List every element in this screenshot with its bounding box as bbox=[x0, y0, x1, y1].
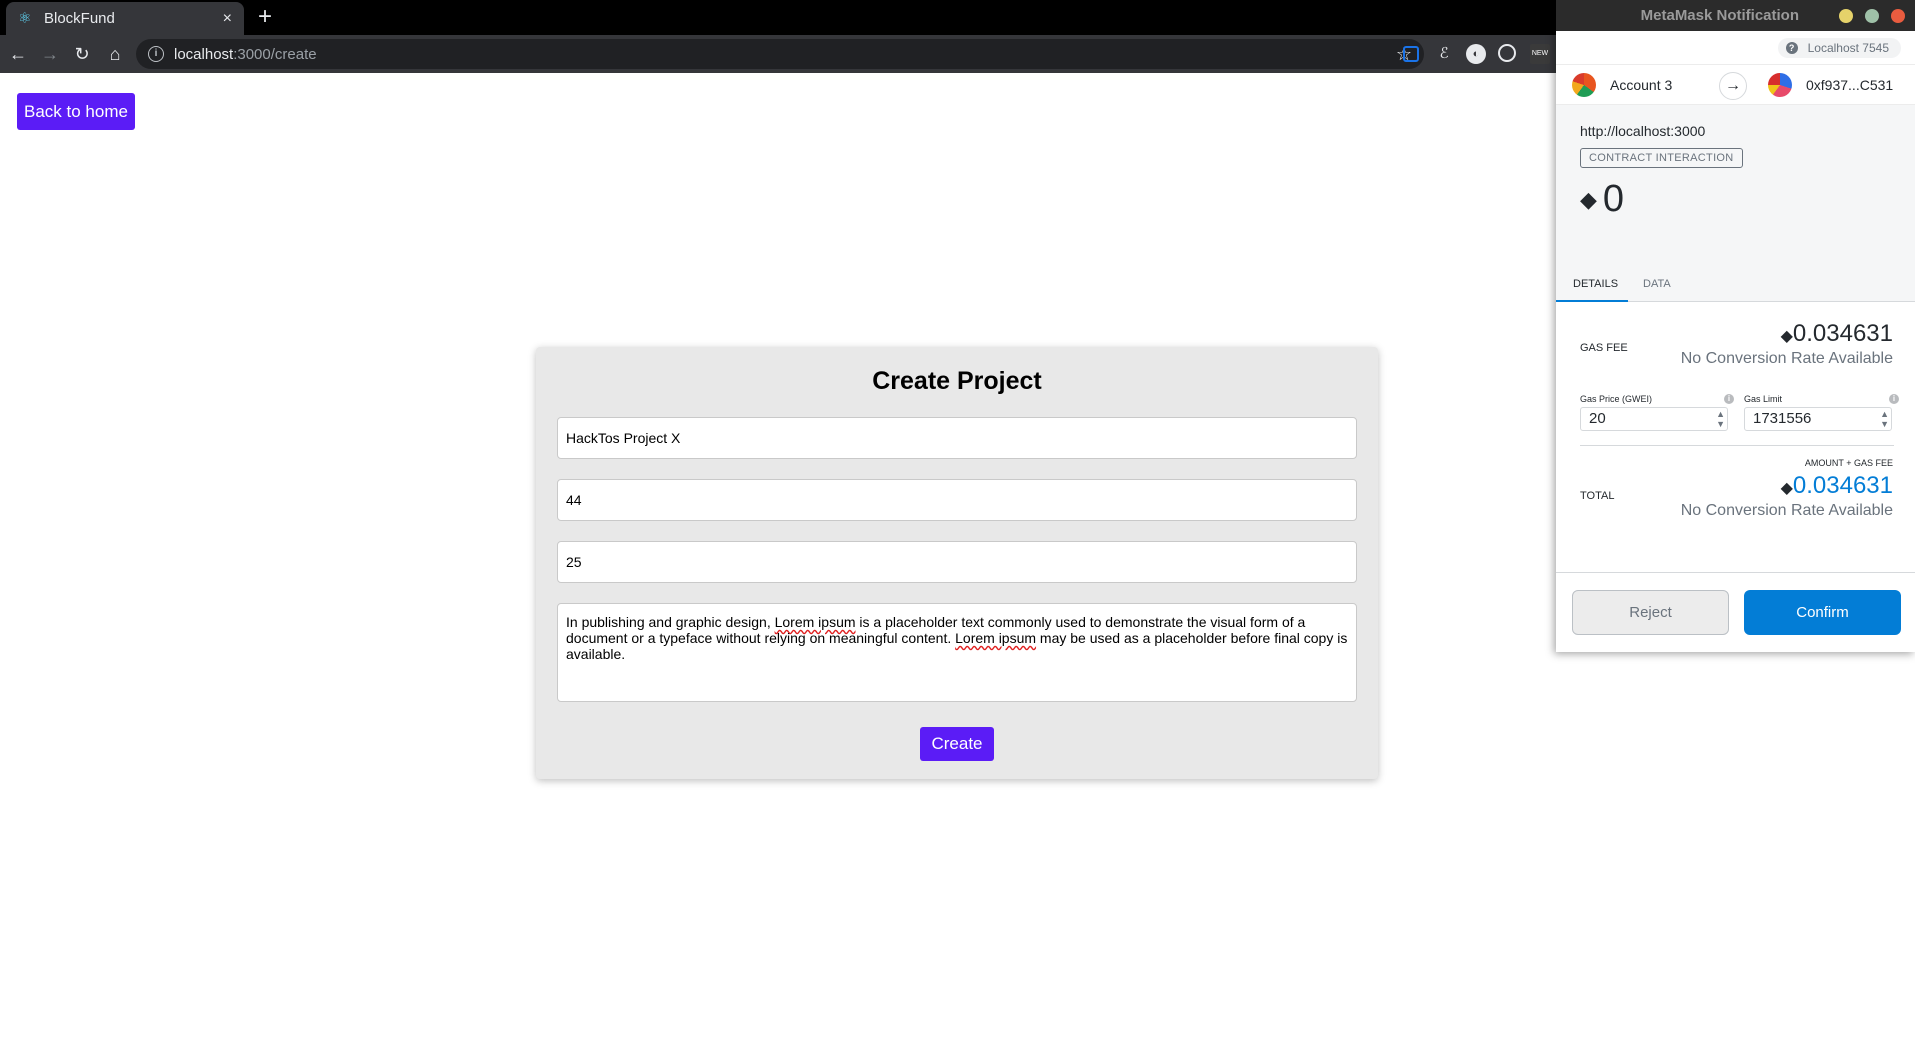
stepper-icon[interactable]: ▲ ▼ bbox=[1880, 409, 1889, 429]
reject-button[interactable]: Reject bbox=[1572, 590, 1729, 635]
details-tabs: DETAILS DATA bbox=[1556, 267, 1915, 302]
total-amount: 0.034631 bbox=[1792, 472, 1893, 499]
contract-interaction-badge: CONTRACT INTERACTION bbox=[1580, 148, 1743, 168]
project-field-3-input[interactable]: 25 bbox=[557, 541, 1357, 583]
arrow-right-icon: → bbox=[1719, 72, 1747, 100]
extension-circle-icon[interactable]: ◐ bbox=[1466, 44, 1486, 64]
create-project-card: Create Project HackTos Project X 44 25 I… bbox=[536, 347, 1378, 779]
gas-limit-input[interactable]: 1731556 ▲ ▼ bbox=[1744, 407, 1892, 431]
sender-recipient-row: Account 3 → 0xf937...C531 bbox=[1556, 64, 1915, 105]
to-account-avatar bbox=[1768, 73, 1792, 97]
tab-data[interactable]: DATA bbox=[1628, 267, 1681, 302]
back-to-home-button[interactable]: Back to home bbox=[17, 93, 135, 130]
metamask-footer: Reject Confirm bbox=[1556, 572, 1915, 652]
forward-arrow-icon[interactable]: → bbox=[39, 43, 61, 65]
address-bar[interactable]: i localhost:3000/create ☆ bbox=[136, 39, 1424, 69]
extension-icon[interactable]: ℰ bbox=[1434, 44, 1454, 64]
total-value: ◆0.034631 bbox=[1781, 472, 1893, 500]
amount-display: ◆ 0 bbox=[1580, 178, 1891, 221]
gas-limit-value: 1731556 bbox=[1753, 410, 1812, 427]
gas-fee-conversion: No Conversion Rate Available bbox=[1680, 350, 1893, 367]
reload-icon[interactable]: ↻ bbox=[71, 43, 93, 65]
metamask-titlebar: MetaMask Notification bbox=[1556, 0, 1915, 31]
gas-fee-label: GAS FEE bbox=[1580, 342, 1628, 354]
network-selector[interactable]: ? Localhost 7545 bbox=[1777, 37, 1901, 58]
description-textarea[interactable]: In publishing and graphic design, Lorem … bbox=[557, 603, 1357, 702]
total-conversion: No Conversion Rate Available bbox=[1680, 502, 1893, 519]
network-name: Localhost 7545 bbox=[1807, 40, 1889, 55]
amount-plus-gas-label: AMOUNT + GAS FEE bbox=[1804, 458, 1893, 468]
transaction-summary: http://localhost:3000 CONTRACT INTERACTI… bbox=[1556, 105, 1915, 279]
create-button[interactable]: Create bbox=[920, 727, 994, 761]
info-icon[interactable]: i bbox=[1889, 394, 1899, 404]
site-info-icon[interactable]: i bbox=[148, 46, 164, 62]
metamask-window-title: MetaMask Notification bbox=[1640, 7, 1799, 24]
gas-price-label: Gas Price (GWEI) bbox=[1580, 394, 1653, 404]
project-name-input[interactable]: HackTos Project X bbox=[557, 417, 1357, 459]
eth-icon: ◆ bbox=[1580, 186, 1597, 212]
screenshot-extension-icon[interactable] bbox=[1403, 46, 1419, 62]
info-icon[interactable]: i bbox=[1724, 394, 1734, 404]
gas-limit-label: Gas Limit bbox=[1744, 394, 1783, 404]
confirm-button[interactable]: Confirm bbox=[1744, 590, 1901, 635]
gas-price-value: 20 bbox=[1589, 410, 1606, 427]
url-host: localhost bbox=[174, 45, 234, 63]
close-window-icon[interactable] bbox=[1891, 8, 1905, 23]
eth-icon: ◆ bbox=[1780, 480, 1793, 497]
target-extension-icon[interactable] bbox=[1498, 44, 1516, 62]
project-field-2-input[interactable]: 44 bbox=[557, 479, 1357, 521]
gas-fee-value: ◆0.034631 bbox=[1781, 320, 1893, 348]
network-row: ? Localhost 7545 bbox=[1556, 31, 1915, 64]
divider bbox=[1580, 445, 1894, 446]
gas-price-input[interactable]: 20 ▲ ▼ bbox=[1580, 407, 1728, 431]
gas-fee-amount: 0.034631 bbox=[1792, 320, 1893, 347]
description-text: Lorem ipsum bbox=[774, 614, 856, 630]
tab-details[interactable]: DETAILS bbox=[1556, 267, 1629, 302]
total-label: TOTAL bbox=[1580, 490, 1615, 502]
close-tab-icon[interactable]: × bbox=[223, 10, 232, 28]
metamask-popup: MetaMask Notification ? Localhost 7545 A… bbox=[1556, 0, 1915, 652]
from-account-name[interactable]: Account 3 bbox=[1610, 77, 1672, 93]
tab-title: BlockFund bbox=[44, 10, 115, 27]
description-text: In publishing and graphic design, bbox=[566, 614, 775, 630]
home-icon[interactable]: ⌂ bbox=[104, 43, 126, 65]
origin-url: http://localhost:3000 bbox=[1580, 123, 1706, 139]
maximize-icon[interactable] bbox=[1865, 8, 1879, 23]
url-path: :3000/create bbox=[233, 45, 317, 63]
form-title: Create Project bbox=[872, 367, 1042, 395]
eth-icon: ◆ bbox=[1780, 328, 1793, 345]
new-extension-icon[interactable]: NEW bbox=[1530, 44, 1550, 64]
react-icon: ⚛ bbox=[18, 9, 32, 27]
stepper-icon[interactable]: ▲ ▼ bbox=[1716, 409, 1725, 429]
from-account-avatar bbox=[1572, 73, 1596, 97]
description-text: Lorem ipsum bbox=[955, 630, 1037, 646]
to-address[interactable]: 0xf937...C531 bbox=[1806, 77, 1893, 93]
browser-tab[interactable]: ⚛ BlockFund × bbox=[6, 2, 244, 35]
new-tab-button[interactable]: + bbox=[258, 4, 272, 30]
minimize-icon[interactable] bbox=[1839, 8, 1853, 23]
amount-value: 0 bbox=[1602, 178, 1625, 220]
question-icon: ? bbox=[1785, 41, 1798, 54]
back-arrow-icon[interactable]: ← bbox=[7, 43, 29, 65]
